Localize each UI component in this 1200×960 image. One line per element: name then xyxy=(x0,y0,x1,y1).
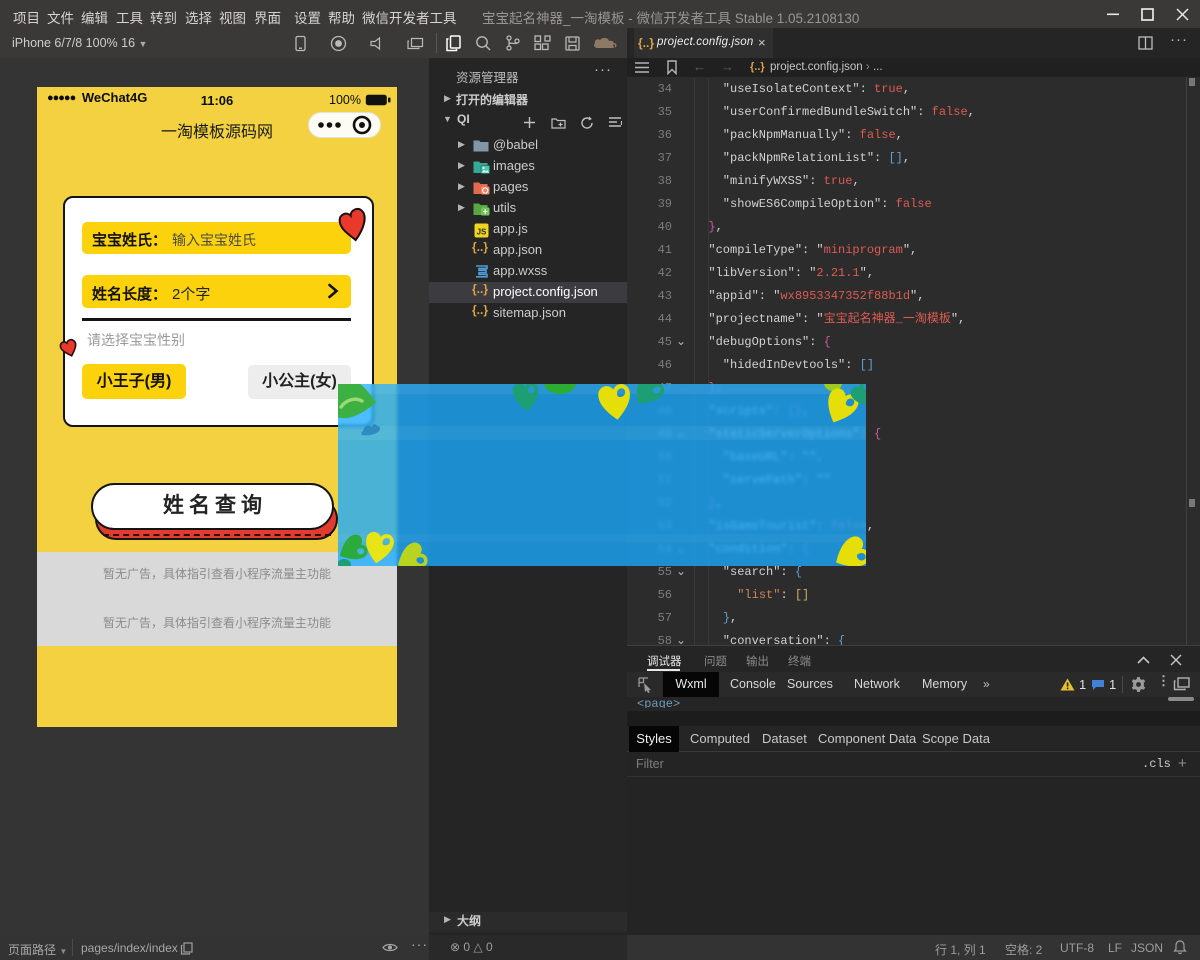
svg-text:JS: JS xyxy=(477,228,487,237)
